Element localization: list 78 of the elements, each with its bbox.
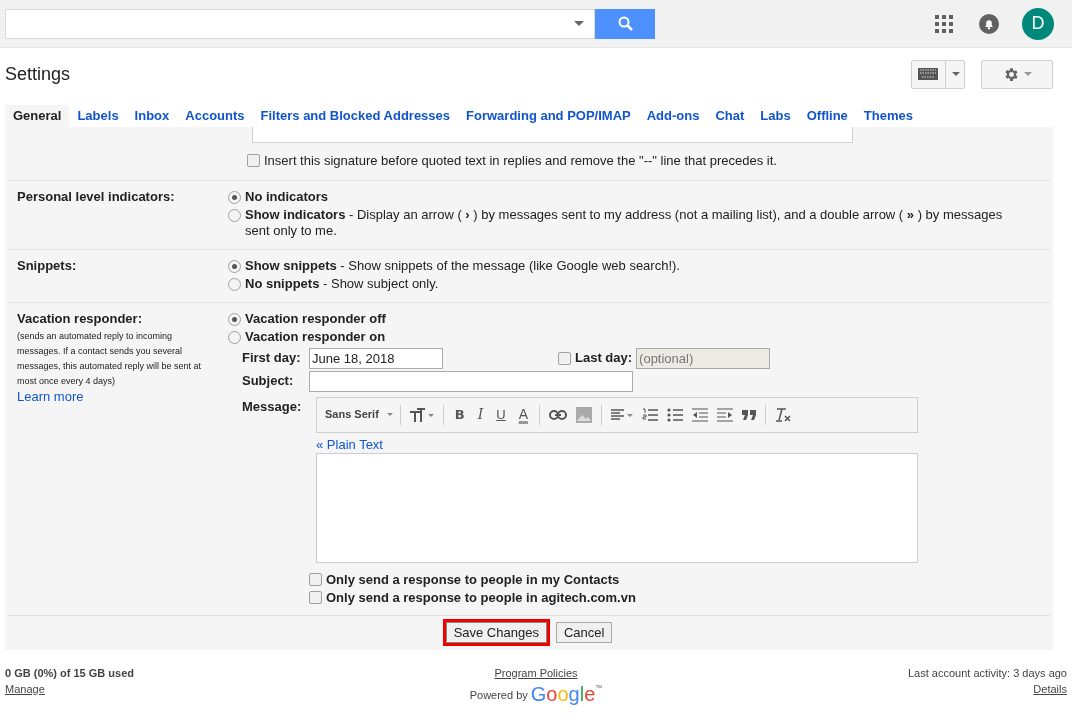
underline-button[interactable]: U [494,404,508,425]
outdent-icon[interactable] [692,407,708,422]
text-size-icon[interactable] [409,407,434,422]
search-field[interactable] [5,8,595,39]
settings-icon [1002,65,1020,83]
bulleted-list-icon[interactable] [667,407,683,422]
align-icon[interactable] [611,408,633,421]
settings-tab[interactable]: Labels [69,105,127,127]
radio-button[interactable] [228,190,241,204]
keyboard-button[interactable] [911,59,965,89]
option-label: No snippets - Show subject only. [245,275,439,292]
quote-icon[interactable] [742,409,756,420]
caret-icon [952,72,960,76]
option-label: No indicators [245,188,329,205]
numbered-list-icon[interactable] [642,407,658,422]
link-icon[interactable] [549,409,567,420]
option-label: Vacation responder off [245,310,386,327]
option-label: Show indicators - Display an arrow ( › ) by messages sent to my address (not a mailing list), and a double arrow ( » ) by messages sent only to me. [245,206,1004,239]
details-link[interactable]: Details [1033,681,1067,698]
search-icon [617,16,633,31]
settings-tab[interactable]: Add-ons [638,105,708,127]
keyboard-icon [918,68,938,80]
clear-formatting-icon[interactable] [775,406,791,423]
dropdown-caret-icon[interactable] [574,21,584,26]
setting-note: (sends an automated reply to incoming messages. If a contact sends you several messages, this automated reply will be sent at most once every 4 days) [17,329,203,388]
checkbox-label: Insert this signature before quoted text in replies and remove the "--" line that precedes it. [264,152,777,170]
powered-by-text: Powered by [469,687,528,703]
account-avatar[interactable]: D [1022,7,1054,40]
settings-tab[interactable]: Forwarding and POP/IMAP [458,105,639,127]
bold-button[interactable]: B [452,404,467,425]
setting-label: Vacation responder: [17,310,143,327]
radio-button[interactable] [228,330,241,344]
subject-field[interactable] [309,370,633,392]
checkbox[interactable] [309,573,322,586]
setting-label: Personal level indicators: [16,188,176,206]
radio-button[interactable] [228,277,241,291]
field-label: Subject: [242,372,295,391]
text-color-button[interactable]: A [516,404,530,425]
plain-text-link[interactable]: « Plain Text [316,437,383,452]
page-title: Settings [5,62,72,86]
settings-tab[interactable]: Chat [707,105,753,127]
program-policies-link[interactable]: Program Policies [494,664,578,681]
checkbox-label: Only send a response to people in my Contacts [326,570,620,589]
radio-button[interactable] [228,259,241,273]
setting-label: Snippets: [16,257,78,275]
italic-button[interactable]: I [475,404,486,425]
checkbox-label: Only send a response to people in agitech.com.vn [326,588,636,607]
option-label: Show snippets - Show snippets of the message (like Google web search!). [245,257,680,274]
option-label: Vacation responder on [245,328,386,345]
field-label: First day: [242,349,302,368]
last-activity-text: Last account activity: 3 days ago [908,665,1067,681]
apps-grid-icon[interactable] [935,14,953,33]
field-label: Last day: [575,349,633,368]
indent-icon[interactable] [717,407,733,422]
caret-icon [386,413,393,416]
notifications-bell-icon[interactable] [979,13,999,34]
settings-tab[interactable]: Accounts [177,105,253,127]
form-button[interactable]: Save Changes [445,621,547,643]
settings-button[interactable] [981,59,1053,89]
settings-tab[interactable]: Offline [798,105,856,127]
search-button[interactable] [595,8,655,39]
settings-tab[interactable]: General [5,105,70,127]
field-label: Message: [242,397,303,416]
date-field[interactable]: June 18, 2018 [309,347,443,369]
font-dropdown[interactable]: Sans Serif [325,404,401,425]
settings-tab[interactable]: Labs [752,105,799,127]
radio-button[interactable] [228,208,241,222]
radio-button[interactable] [228,312,241,326]
settings-tab[interactable]: Themes [855,105,921,127]
caret-icon [1023,72,1032,76]
settings-tab[interactable]: Filters and Blocked Addresses [252,105,459,127]
manage-link[interactable]: Manage [5,681,45,698]
checkbox[interactable] [309,591,322,604]
settings-tab[interactable]: Inbox [126,105,178,127]
checkbox[interactable] [247,154,260,168]
learn-more-link[interactable]: Learn more [17,388,84,404]
storage-usage: 0 GB (0%) of 15 GB used [5,665,135,681]
form-button[interactable]: Cancel [555,621,613,643]
